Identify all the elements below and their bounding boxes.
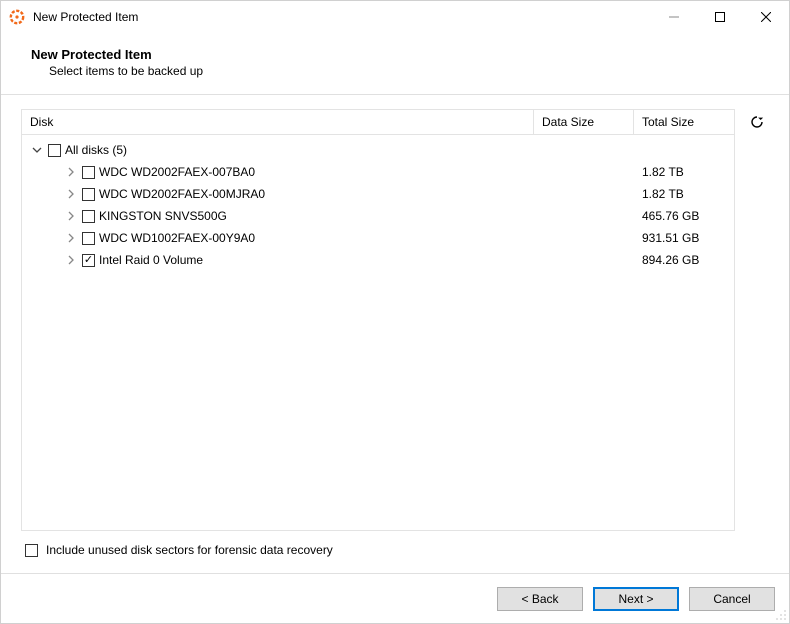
table-row[interactable]: WDC WD2002FAEX-00MJRA0 1.82 TB	[22, 183, 734, 205]
checkbox[interactable]	[82, 188, 95, 201]
resize-grip-icon[interactable]	[775, 609, 787, 621]
chevron-right-icon[interactable]	[64, 209, 78, 223]
window-title: New Protected Item	[33, 10, 138, 24]
table-row-root[interactable]: All disks (5)	[22, 139, 734, 161]
table-row[interactable]: WDC WD2002FAEX-007BA0 1.82 TB	[22, 161, 734, 183]
disk-table: Disk Data Size Total Size All disks (5) W…	[21, 109, 735, 531]
close-button[interactable]	[743, 1, 789, 33]
checkbox[interactable]	[48, 144, 61, 157]
checkbox[interactable]	[82, 166, 95, 179]
app-icon	[9, 9, 25, 25]
maximize-button[interactable]	[697, 1, 743, 33]
back-button[interactable]: < Back	[497, 587, 583, 611]
table-row[interactable]: KINGSTON SNVS500G 465.76 GB	[22, 205, 734, 227]
refresh-button[interactable]	[748, 113, 766, 131]
total-size-cell: 1.82 TB	[634, 165, 734, 179]
page-subtitle: Select items to be backed up	[31, 64, 769, 78]
table-row[interactable]: Intel Raid 0 Volume 894.26 GB	[22, 249, 734, 271]
row-label: All disks (5)	[65, 143, 127, 157]
content-area: Disk Data Size Total Size All disks (5) W…	[1, 95, 789, 573]
include-unused-option[interactable]: Include unused disk sectors for forensic…	[21, 531, 769, 563]
minimize-button[interactable]	[651, 1, 697, 33]
column-header-disk[interactable]: Disk	[22, 110, 534, 134]
wizard-footer: < Back Next > Cancel	[1, 573, 789, 623]
table-body: All disks (5) WDC WD2002FAEX-007BA0 1.82 T…	[21, 135, 735, 531]
column-header-data-size[interactable]: Data Size	[534, 110, 634, 134]
total-size-cell: 1.82 TB	[634, 187, 734, 201]
column-header-total-size[interactable]: Total Size	[634, 110, 734, 134]
table-row[interactable]: WDC WD1002FAEX-00Y9A0 931.51 GB	[22, 227, 734, 249]
next-button[interactable]: Next >	[593, 587, 679, 611]
chevron-right-icon[interactable]	[64, 165, 78, 179]
chevron-down-icon[interactable]	[30, 143, 44, 157]
cancel-button[interactable]: Cancel	[689, 587, 775, 611]
checkbox[interactable]	[82, 210, 95, 223]
titlebar: New Protected Item	[1, 1, 789, 33]
checkbox[interactable]	[82, 232, 95, 245]
row-label: WDC WD1002FAEX-00Y9A0	[99, 231, 255, 245]
chevron-right-icon[interactable]	[64, 231, 78, 245]
row-label: Intel Raid 0 Volume	[99, 253, 203, 267]
total-size-cell: 931.51 GB	[634, 231, 734, 245]
chevron-right-icon[interactable]	[64, 253, 78, 267]
include-unused-label: Include unused disk sectors for forensic…	[46, 543, 333, 557]
include-unused-checkbox[interactable]	[25, 544, 38, 557]
page-title: New Protected Item	[31, 47, 769, 62]
table-header: Disk Data Size Total Size	[21, 109, 735, 135]
wizard-header: New Protected Item Select items to be ba…	[1, 33, 789, 94]
total-size-cell: 894.26 GB	[634, 253, 734, 267]
row-label: WDC WD2002FAEX-007BA0	[99, 165, 255, 179]
total-size-cell: 465.76 GB	[634, 209, 734, 223]
chevron-right-icon[interactable]	[64, 187, 78, 201]
row-label: WDC WD2002FAEX-00MJRA0	[99, 187, 265, 201]
checkbox[interactable]	[82, 254, 95, 267]
row-label: KINGSTON SNVS500G	[99, 209, 227, 223]
